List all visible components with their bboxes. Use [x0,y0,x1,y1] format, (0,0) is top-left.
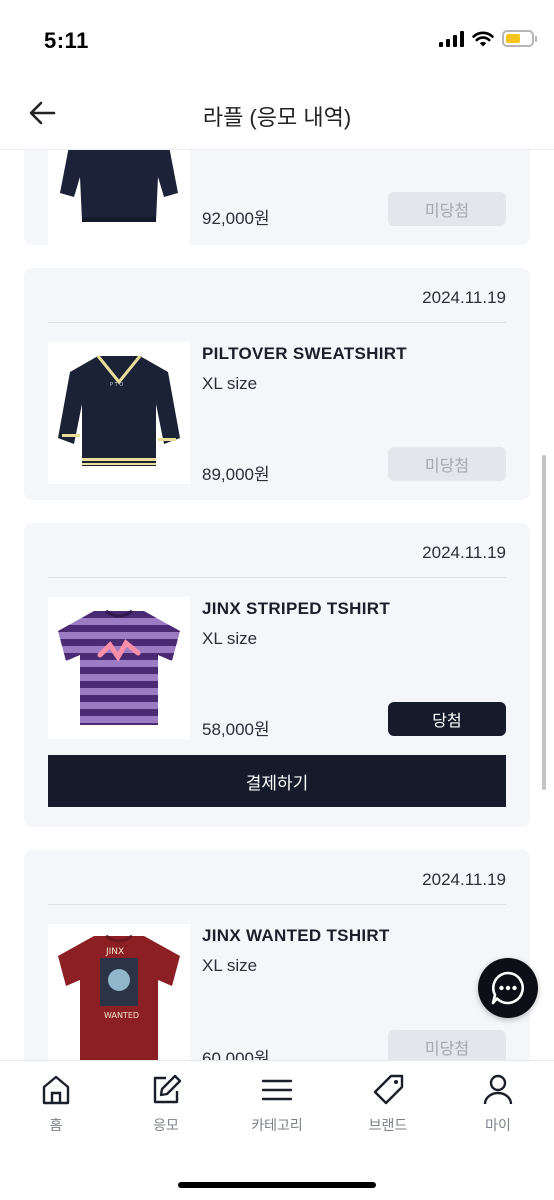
navigation-header: 라플 (응모 내역) [0,80,554,150]
entry-date: 2024.11.19 [422,870,506,889]
tab-label: 홈 [49,1117,63,1133]
product-name: JINX STRIPED TSHIRT [202,599,391,618]
card-divider [48,577,506,578]
home-icon [42,1075,70,1105]
status-badge: 미당첨 [388,192,506,226]
chat-button[interactable] [478,958,538,1018]
product-price: 89,000원 [202,465,270,484]
page-title: 라플 (응모 내역) [202,105,352,130]
entry-date: 2024.11.19 [422,288,506,307]
wifi-icon [472,31,494,46]
product-size: XL size [202,374,258,393]
product-size: XL size [202,629,258,648]
product-size: XL size [202,956,258,975]
card-divider [48,322,506,323]
tab-label: 응모 [153,1117,179,1133]
svg-text:WANTED: WANTED [104,1011,139,1020]
card-divider [48,904,506,905]
product-price: 58,000원 [202,720,270,739]
raffle-entry-card: PT 92,000원 미당첨 [24,150,530,245]
product-name: PILTOVER SWEATSHIRT [202,344,407,363]
product-name: JINX WANTED TSHIRT [202,926,390,945]
svg-text:JINX: JINX [105,947,124,957]
product-price: 92,000원 [202,209,270,228]
product-thumbnail[interactable]: P T O [48,342,190,484]
chat-bubble-icon [491,971,524,1005]
edit-icon [153,1074,182,1104]
product-thumbnail[interactable]: PT [48,150,190,245]
tab-label: 마이 [485,1117,511,1133]
battery-icon [502,30,537,47]
status-icons [439,30,537,47]
raffle-entry-list[interactable]: PT 92,000원 미당첨 2024.11.19 P T O PILTOVER… [0,150,554,1060]
bottom-tab-bar: 홈 응모 카테고리 브랜드 마이 [0,1060,554,1200]
product-thumbnail[interactable] [48,597,190,739]
status-badge: 미당첨 [388,1030,506,1060]
tab-label: 카테고리 [251,1117,303,1133]
product-price: 60,000원 [202,1049,270,1060]
status-badge: 미당첨 [388,447,506,481]
cellular-signal-icon [439,30,464,47]
tab-brand[interactable]: 브랜드 [333,1073,443,1135]
tag-icon [373,1074,404,1105]
raffle-entry-card: 2024.11.19 JINX STRIPED TSHIRT XL size 5… [24,523,530,827]
entry-date: 2024.11.19 [422,543,506,562]
menu-icon [261,1079,293,1101]
product-thumbnail[interactable]: JINX WANTED [48,924,190,1060]
tab-entry[interactable]: 응모 [111,1073,221,1135]
svg-text:P T O: P T O [110,382,123,388]
status-badge: 당첨 [388,702,506,736]
status-bar: 5:11 [0,0,554,80]
pay-button[interactable]: 결제하기 [48,755,506,807]
raffle-entry-card: 2024.11.19 P T O PILTOVER SWEATSHIRT XL … [24,268,530,500]
tab-category[interactable]: 카테고리 [222,1073,332,1135]
scrollbar[interactable] [542,455,546,790]
tab-my[interactable]: 마이 [443,1073,553,1135]
tab-label: 브랜드 [368,1117,408,1133]
status-time: 5:11 [44,28,89,53]
raffle-entry-card: 2024.11.19 JINX WANTED JINX WANTED TSHIR… [24,850,530,1060]
user-icon [483,1074,513,1105]
tab-home[interactable]: 홈 [1,1073,111,1135]
home-indicator [178,1182,376,1188]
